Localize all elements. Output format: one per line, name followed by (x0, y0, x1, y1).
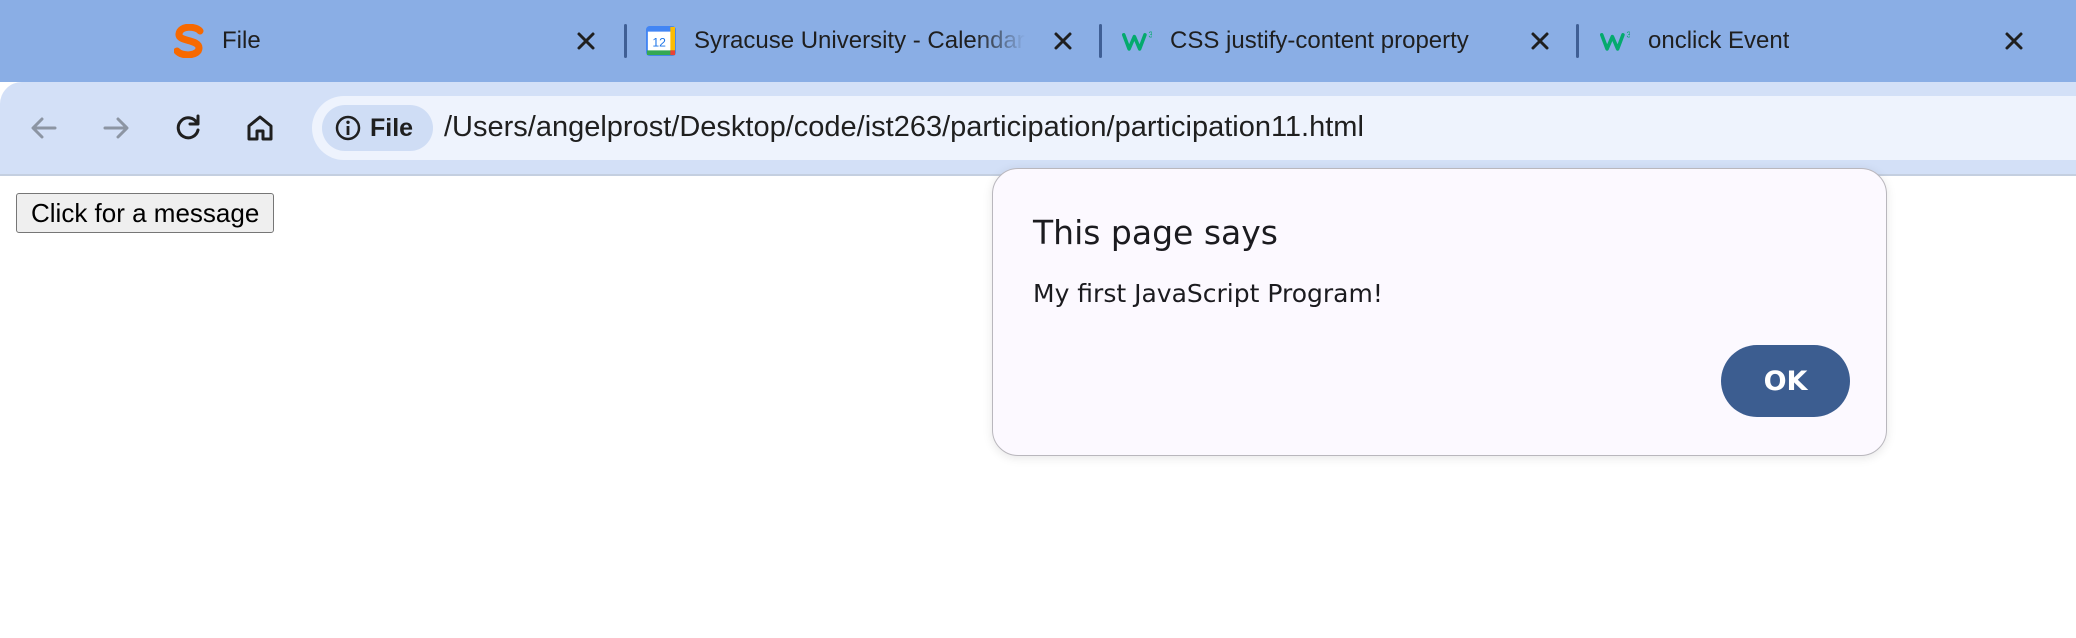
tab-separator (1099, 24, 1102, 58)
url-text[interactable]: /Users/angelprost/Desktop/code/ist263/pa… (444, 111, 1364, 144)
svg-text:12: 12 (652, 36, 666, 50)
reload-icon[interactable] (162, 102, 214, 154)
syracuse-s-icon (174, 24, 204, 58)
address-bar[interactable]: File /Users/angelprost/Desktop/code/ist2… (312, 96, 2076, 160)
tab-onclick-event[interactable]: 3 onclick Event (1600, 0, 2040, 82)
close-tab-icon[interactable] (2000, 27, 2028, 55)
back-arrow-icon[interactable] (18, 102, 70, 154)
tab-strip: File 12 Syracuse University - Calendar C… (0, 0, 2076, 82)
site-info-chip[interactable]: File (322, 105, 434, 151)
tab-separator (624, 24, 627, 58)
site-info-label: File (370, 113, 414, 142)
close-tab-icon[interactable] (572, 27, 600, 55)
tab-title: Syracuse University - Calendar (694, 27, 1025, 54)
tab-title: onclick Event (1648, 27, 1790, 54)
dialog-message: My first JavaScript Program! (1033, 279, 1383, 308)
tab-file[interactable]: File (150, 0, 610, 82)
info-icon (334, 114, 362, 142)
w3schools-icon: 3 (1122, 26, 1152, 56)
close-tab-icon[interactable] (1049, 27, 1077, 55)
tab-css-justify-content[interactable]: 3 CSS justify-content property (1122, 0, 1582, 82)
tab-separator (1576, 24, 1579, 58)
w3schools-icon: 3 (1600, 26, 1630, 56)
tab-title: File (222, 27, 261, 54)
home-icon[interactable] (234, 102, 286, 154)
svg-text:3: 3 (1148, 30, 1152, 39)
click-for-message-button[interactable]: Click for a message (16, 193, 275, 233)
forward-arrow-icon[interactable] (90, 102, 142, 154)
alert-dialog: This page says My first JavaScript Progr… (992, 168, 1887, 456)
dialog-title: This page says (1033, 213, 1278, 252)
browser-toolbar: File /Users/angelprost/Desktop/code/ist2… (0, 82, 2076, 174)
google-calendar-icon: 12 (646, 26, 676, 56)
tab-syracuse-calendar[interactable]: 12 Syracuse University - Calendar (646, 0, 1106, 82)
ok-button[interactable]: OK (1721, 345, 1850, 417)
svg-text:3: 3 (1626, 30, 1630, 39)
tab-title: CSS justify-content property (1170, 27, 1469, 54)
close-tab-icon[interactable] (1526, 27, 1554, 55)
